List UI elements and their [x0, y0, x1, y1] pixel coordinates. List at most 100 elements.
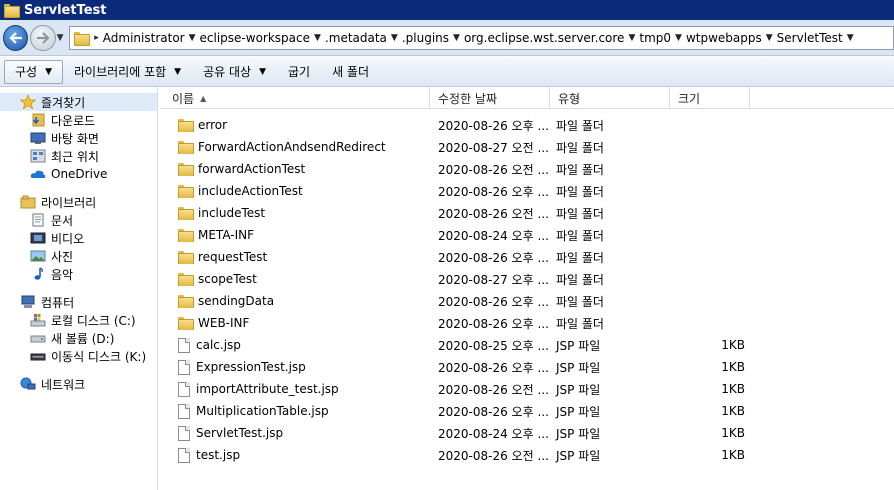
- recent-pages-chevron-icon[interactable]: ▼: [57, 33, 67, 43]
- column-name-label: 이름: [172, 91, 195, 106]
- size-cell: 1KB: [721, 426, 745, 440]
- chevron-down-icon[interactable]: ▼: [675, 33, 682, 43]
- breadcrumb[interactable]: ▸ Administrator ▼ eclipse-workspace ▼ .metad…: [69, 25, 894, 50]
- nav-item-label: 새 볼륨 (D:): [51, 331, 115, 346]
- chevron-down-icon[interactable]: ▼: [628, 33, 635, 43]
- name-cell: MultiplicationTable.jsp: [160, 403, 430, 419]
- chevron-down-icon[interactable]: ▼: [391, 33, 398, 43]
- include-in-library-button[interactable]: 라이브러리에 포함 ▼: [63, 60, 192, 84]
- chevron-down-icon[interactable]: ▼: [847, 33, 854, 43]
- modified-cell: 2020-08-26 오후 ...: [438, 250, 548, 265]
- breadcrumb-item[interactable]: .metadata ▼: [325, 31, 398, 45]
- file-icon: [178, 403, 190, 419]
- nav-computer[interactable]: 컴퓨터: [0, 293, 157, 311]
- name-cell: sendingData: [160, 294, 430, 308]
- modified-cell: 2020-08-25 오후 ...: [438, 338, 548, 353]
- file-row[interactable]: test.jsp 2020-08-26 오전 ... JSP 파일 1KB: [160, 444, 894, 466]
- folder-row[interactable]: includeTest 2020-08-26 오전 ... 파일 폴더: [160, 202, 894, 224]
- file-row[interactable]: ServletTest.jsp 2020-08-24 오후 ... JSP 파일 1K…: [160, 422, 894, 444]
- file-row[interactable]: ExpressionTest.jsp 2020-08-26 오후 ... JSP 파…: [160, 356, 894, 378]
- folder-icon: [178, 163, 194, 176]
- nav-libraries[interactable]: 라이브러리: [0, 193, 157, 211]
- name-cell: requestTest: [160, 250, 430, 264]
- modified-cell: 2020-08-27 오후 ...: [438, 272, 548, 287]
- nav-onedrive[interactable]: OneDrive: [0, 165, 157, 183]
- folder-row[interactable]: sendingData 2020-08-26 오후 ... 파일 폴더: [160, 290, 894, 312]
- file-icon: [178, 381, 190, 397]
- share-with-button[interactable]: 공유 대상 ▼: [192, 60, 277, 84]
- name-cell: ServletTest.jsp: [160, 425, 430, 441]
- size-cell: 1KB: [721, 338, 745, 352]
- forward-button[interactable]: [30, 24, 56, 51]
- computer-icon: [20, 295, 36, 309]
- file-name: ServletTest.jsp: [196, 426, 284, 440]
- type-cell: 파일 폴더: [556, 250, 604, 265]
- nav-network[interactable]: 네트워크: [0, 375, 157, 393]
- folder-row[interactable]: WEB-INF 2020-08-26 오후 ... 파일 폴더: [160, 312, 894, 334]
- file-name: includeTest: [198, 206, 266, 220]
- folder-row[interactable]: requestTest 2020-08-26 오후 ... 파일 폴더: [160, 246, 894, 268]
- breadcrumb-item[interactable]: ServletTest ▼: [777, 31, 854, 45]
- breadcrumb-item[interactable]: eclipse-workspace ▼: [200, 31, 321, 45]
- folder-row[interactable]: includeActionTest 2020-08-26 오후 ... 파일 폴더: [160, 180, 894, 202]
- file-list: error 2020-08-26 오후 ... 파일 폴더 ForwardAction…: [160, 109, 894, 466]
- file-name: ForwardActionAndsendRedirect: [198, 140, 386, 154]
- file-name: scopeTest: [198, 272, 257, 286]
- type-cell: JSP 파일: [556, 448, 601, 463]
- burn-button[interactable]: 굽기: [277, 60, 321, 84]
- new-folder-button[interactable]: 새 폴더: [321, 60, 380, 84]
- file-row[interactable]: calc.jsp 2020-08-25 오후 ... JSP 파일 1KB: [160, 334, 894, 356]
- file-list-pane: 이름 ▲ 수정한 날짜 유형 크기 error 2020-08-26 오후 ...…: [160, 87, 894, 490]
- breadcrumb-item[interactable]: .plugins ▼: [402, 31, 460, 45]
- organize-button[interactable]: 구성 ▼: [4, 59, 64, 84]
- back-button[interactable]: [3, 24, 29, 51]
- nav-drive-k[interactable]: 이동식 디스크 (K:): [0, 347, 157, 365]
- nav-pictures[interactable]: 사진: [0, 247, 157, 265]
- file-row[interactable]: MultiplicationTable.jsp 2020-08-26 오후 ...…: [160, 400, 894, 422]
- breadcrumb-item[interactable]: wtpwebapps ▼: [686, 31, 773, 45]
- nav-drive-d[interactable]: 새 볼륨 (D:): [0, 329, 157, 347]
- column-header-modified[interactable]: 수정한 날짜: [430, 87, 550, 109]
- breadcrumb-item[interactable]: tmp0 ▼: [639, 31, 682, 45]
- folder-row[interactable]: META-INF 2020-08-24 오후 ... 파일 폴더: [160, 224, 894, 246]
- column-header-name[interactable]: 이름 ▲: [160, 87, 430, 109]
- nav-item-label: 최근 위치: [51, 149, 99, 164]
- folder-row[interactable]: forwardActionTest 2020-08-26 오전 ... 파일 폴더: [160, 158, 894, 180]
- nav-music[interactable]: 음악: [0, 265, 157, 283]
- nav-recent-places[interactable]: 최근 위치: [0, 147, 157, 165]
- type-cell: 파일 폴더: [556, 316, 604, 331]
- folder-icon: [178, 317, 194, 330]
- modified-cell: 2020-08-26 오전 ...: [438, 162, 548, 177]
- title-bar: ServletTest: [0, 0, 894, 20]
- burn-label: 굽기: [287, 65, 311, 79]
- network-group: 네트워크: [0, 375, 157, 393]
- nav-desktop[interactable]: 바탕 화면: [0, 129, 157, 147]
- chevron-down-icon[interactable]: ▼: [314, 33, 321, 43]
- file-row[interactable]: importAttribute_test.jsp 2020-08-26 오전 ..…: [160, 378, 894, 400]
- breadcrumb-label: org.eclipse.wst.server.core: [463, 30, 625, 45]
- folder-row[interactable]: scopeTest 2020-08-27 오후 ... 파일 폴더: [160, 268, 894, 290]
- nav-documents[interactable]: 문서: [0, 211, 157, 229]
- name-cell: scopeTest: [160, 272, 430, 286]
- nav-favorites[interactable]: 즐겨찾기: [0, 93, 157, 111]
- forward-arrow-icon: [36, 31, 50, 44]
- folder-row[interactable]: error 2020-08-26 오후 ... 파일 폴더: [160, 114, 894, 136]
- file-name: sendingData: [198, 294, 275, 308]
- breadcrumb-root-chevron[interactable]: ▸: [94, 33, 99, 43]
- chevron-down-icon[interactable]: ▼: [189, 33, 196, 43]
- column-header-size[interactable]: 크기: [670, 87, 750, 109]
- modified-cell: 2020-08-26 오전 ...: [438, 448, 548, 463]
- column-type-label: 유형: [558, 91, 581, 106]
- file-name: error: [198, 118, 228, 132]
- breadcrumb-item[interactable]: Administrator ▼: [103, 31, 196, 45]
- breadcrumb-item[interactable]: org.eclipse.wst.server.core ▼: [464, 31, 635, 45]
- nav-favorites-label: 즐겨찾기: [41, 95, 86, 110]
- chevron-down-icon[interactable]: ▼: [453, 33, 460, 43]
- column-header-type[interactable]: 유형: [550, 87, 670, 109]
- chevron-down-icon[interactable]: ▼: [766, 33, 773, 43]
- nav-downloads[interactable]: 다운로드: [0, 111, 157, 129]
- recent-places-icon: [30, 149, 46, 163]
- nav-videos[interactable]: 비디오: [0, 229, 157, 247]
- folder-row[interactable]: ForwardActionAndsendRedirect 2020-08-27 오…: [160, 136, 894, 158]
- nav-drive-c[interactable]: 로컬 디스크 (C:): [0, 311, 157, 329]
